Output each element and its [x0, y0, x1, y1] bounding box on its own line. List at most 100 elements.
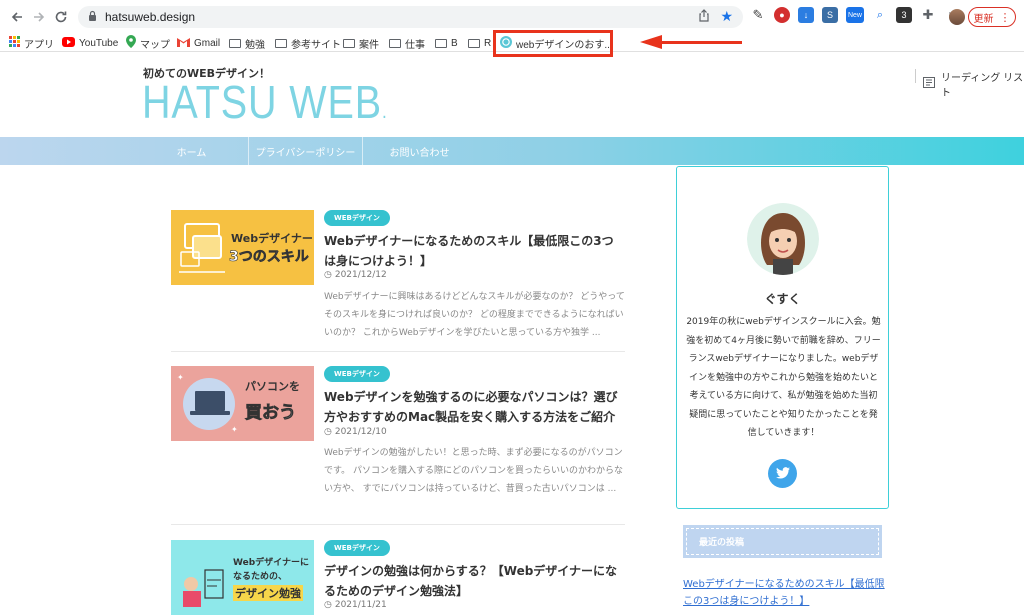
author-avatar	[747, 203, 819, 275]
bookmark-label: 仕事	[405, 39, 425, 51]
article-card[interactable]: Webデザイナーに なるための、 デザイン勉強 WEBデザイン デザインの勉強は…	[171, 540, 625, 615]
bookmark-folder-study[interactable]: 勉強	[229, 35, 265, 51]
svg-text:✦: ✦	[177, 373, 184, 382]
bookmark-label: アプリ	[24, 39, 54, 51]
author-bio: 2019年の秋にwebデザインスクールに入会。勉強を初めて4ヶ月後に勢いで前職を…	[686, 317, 881, 438]
bookmark-folder-b[interactable]: B	[435, 35, 458, 51]
new-extension-icon[interactable]: New	[846, 7, 864, 23]
youtube-icon	[62, 36, 75, 50]
thumb-text: なるための、	[233, 572, 288, 582]
bookmark-folder-r[interactable]: R	[468, 35, 491, 51]
maps-pin-icon	[126, 35, 136, 51]
nav-item-contact[interactable]: お問い合わせ	[363, 137, 476, 165]
site-logo[interactable]: HATSU WEB.	[142, 78, 388, 136]
folder-icon	[229, 38, 241, 48]
search-extension-icon[interactable]: ⌕	[872, 7, 888, 23]
clock-icon: ◷	[324, 427, 332, 437]
bookmark-gmail[interactable]: Gmail	[177, 35, 220, 51]
thumb-text: パソコンを	[245, 380, 300, 393]
clock-icon: ◷	[324, 600, 332, 610]
reading-list-label: リーディング リスト	[941, 73, 1024, 99]
folder-icon	[275, 38, 287, 48]
bookmark-folder-work[interactable]: 仕事	[389, 35, 425, 51]
article-excerpt: Webデザイナーに興味はあるけどどんなスキルが必要なのか？ どうやってそのスキル…	[324, 292, 625, 338]
article-title[interactable]: デザインの勉強は何からする？【Webデザイナーになるためのデザイン勉強法】	[324, 561, 625, 601]
folder-icon	[468, 38, 480, 48]
nav-label: お問い合わせ	[389, 147, 450, 159]
clock-icon: ◷	[324, 270, 332, 280]
article-thumbnail[interactable]: Webデザイナーに なるための、 デザイン勉強	[171, 540, 314, 615]
category-badge[interactable]: WEBデザイン	[324, 210, 390, 226]
reload-icon[interactable]	[50, 6, 72, 28]
bookmark-label: 勉強	[245, 39, 265, 51]
counter-extension-icon[interactable]: 3	[896, 7, 912, 23]
article-date: ◷ 2021/12/10	[324, 427, 387, 437]
date-text: 2021/12/10	[334, 427, 387, 437]
bookmark-label: B	[451, 37, 458, 49]
apps-grid-icon	[9, 36, 20, 50]
bookmark-folder-reference[interactable]: 参考サイト	[275, 35, 341, 51]
nav-item-privacy[interactable]: プライバシーポリシー	[249, 137, 362, 165]
bookmark-star-icon[interactable]: ★	[720, 9, 733, 25]
s-extension-icon[interactable]: S	[822, 7, 838, 23]
date-text: 2021/12/12	[334, 270, 387, 280]
bookmark-label: R	[484, 37, 492, 49]
back-arrow-icon[interactable]	[6, 6, 28, 28]
separator	[915, 69, 916, 83]
bookmark-maps[interactable]: マップ	[126, 35, 170, 51]
red-extension-icon[interactable]: ●	[774, 7, 790, 23]
address-bar[interactable]: hatsuweb.design ★	[78, 6, 743, 28]
article-thumbnail[interactable]: ✦ ✦ パソコンを 買おう	[171, 366, 314, 441]
bookmark-folder-projects[interactable]: 案件	[343, 35, 379, 51]
nav-label: ホーム	[176, 147, 207, 159]
reading-list-icon	[923, 77, 935, 91]
article-card[interactable]: Webデザイナー 3つのスキル WEBデザイン Webデザイナーになるためのスキ…	[171, 210, 625, 340]
recent-posts-header: 最近の投稿	[683, 525, 882, 558]
reading-list-button[interactable]: リーディング リスト	[915, 69, 1024, 99]
forward-arrow-icon[interactable]	[28, 6, 50, 28]
recent-post-link[interactable]: Webデザイナーになるためのスキル【最低限この3つは身につけよう！】	[683, 576, 893, 610]
article-card[interactable]: ✦ ✦ パソコンを 買おう WEBデザイン Webデザインを勉強するのに必要なパ…	[171, 366, 625, 516]
bookmark-label: YouTube	[79, 37, 119, 49]
nav-item-home[interactable]: ホーム	[135, 137, 248, 165]
browser-toolbar: hatsuweb.design ★ ✎ ● ↓ S New ⌕ 3 ✚ ≡ 更新…	[0, 0, 1024, 34]
thumb-text: 3つのスキル	[229, 249, 309, 266]
article-date: ◷ 2021/12/12	[324, 270, 387, 280]
profile-avatar-icon[interactable]	[949, 9, 965, 25]
annotation-arrow-head	[640, 35, 662, 49]
article-divider	[171, 524, 625, 525]
folder-icon	[343, 38, 355, 48]
article-thumbnail[interactable]: Webデザイナー 3つのスキル	[171, 210, 314, 285]
article-excerpt: Webデザインの勉強がしたい！と思った時、まず必要になるのがパソコンです。 パソ…	[324, 448, 623, 494]
share-icon[interactable]	[698, 9, 710, 25]
annotation-highlight-box	[493, 30, 613, 57]
bookmark-youtube[interactable]: YouTube	[62, 35, 118, 51]
category-badge[interactable]: WEBデザイン	[324, 540, 390, 556]
twitter-button[interactable]	[768, 459, 797, 488]
site-nav: ホーム プライバシーポリシー お問い合わせ	[0, 137, 1024, 165]
bookmark-label: 案件	[359, 39, 379, 51]
article-title[interactable]: Webデザイナーになるためのスキル【最低限この3つは身につけよう！】	[324, 231, 625, 271]
download-extension-icon[interactable]: ↓	[798, 7, 814, 23]
bookmark-label: マップ	[140, 39, 170, 51]
article-title[interactable]: Webデザインを勉強するのに必要なパソコンは？選び方やおすすめのMac製品を安く…	[324, 387, 625, 427]
twitter-bird-icon	[775, 464, 790, 483]
folder-icon	[389, 38, 401, 48]
eyedropper-extension-icon[interactable]: ✎	[750, 7, 766, 23]
extensions-area: ✎ ● ↓ S New ⌕ 3 ✚ ≡	[750, 7, 960, 23]
profile-card: ぐすく 2019年の秋にwebデザインスクールに入会。勉強を初めて4ヶ月後に勢い…	[676, 166, 889, 509]
puzzle-extensions-icon[interactable]: ✚	[920, 7, 936, 23]
date-text: 2021/11/21	[334, 600, 387, 610]
site-logo-text: HATSU WEB	[142, 76, 382, 128]
author-name: ぐすく	[764, 292, 801, 306]
bookmark-label: 参考サイト	[291, 39, 341, 51]
update-button[interactable]: 更新 ⋮	[968, 7, 1016, 27]
thumb-text: デザイン勉強	[233, 585, 303, 601]
thumb-text: 買おう	[245, 403, 297, 424]
bookmark-apps[interactable]: アプリ	[9, 35, 54, 51]
category-badge[interactable]: WEBデザイン	[324, 366, 390, 382]
url-text: hatsuweb.design	[105, 10, 196, 24]
article-date: ◷ 2021/11/21	[324, 600, 387, 610]
folder-icon	[435, 38, 447, 48]
gmail-icon	[177, 36, 190, 50]
